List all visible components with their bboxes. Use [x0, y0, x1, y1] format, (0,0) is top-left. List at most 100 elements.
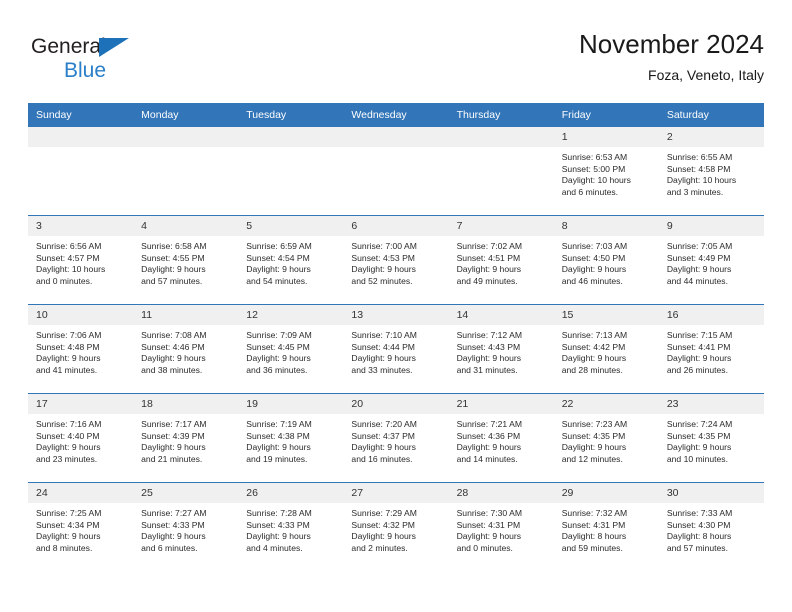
- day-detail-line: Sunrise: 7:21 AM: [456, 419, 523, 429]
- calendar-day-cell[interactable]: 29 Sunrise: 7:32 AM Sunset: 4:31 PM Dayligh…: [553, 482, 659, 571]
- day-details: Sunrise: 7:17 AM Sunset: 4:39 PM Daylight:…: [133, 414, 238, 465]
- calendar-day-cell[interactable]: 10 Sunrise: 7:06 AM Sunset: 4:48 PM Dayligh…: [28, 304, 134, 394]
- calendar-day-cell[interactable]: 27 Sunrise: 7:29 AM Sunset: 4:32 PM Dayligh…: [343, 482, 449, 571]
- day-detail-line: and 33 minutes.: [351, 364, 413, 375]
- day-detail-line: Daylight: 9 hours: [666, 264, 732, 275]
- day-detail-line: and 0 minutes.: [456, 542, 513, 553]
- day-detail-line: and 54 minutes.: [246, 275, 308, 286]
- calendar-day-cell[interactable]: 5 Sunrise: 6:59 AM Sunset: 4:54 PM Daylight…: [238, 215, 344, 305]
- calendar-day-cell[interactable]: 25 Sunrise: 7:27 AM Sunset: 4:33 PM Dayligh…: [133, 482, 239, 571]
- calendar-day-cell[interactable]: 7 Sunrise: 7:02 AM Sunset: 4:51 PM Daylight…: [448, 215, 554, 305]
- calendar-day-cell[interactable]: 30 Sunrise: 7:33 AM Sunset: 4:30 PM Dayligh…: [658, 482, 764, 571]
- location-subtitle: Foza, Veneto, Italy: [648, 67, 764, 83]
- calendar-day-cell[interactable]: 4 Sunrise: 6:58 AM Sunset: 4:55 PM Daylight…: [133, 215, 239, 305]
- calendar-table: Sunday Monday Tuesday Wednesday Thursday Frid…: [28, 103, 764, 571]
- day-detail-line: Sunrise: 7:25 AM: [36, 508, 102, 518]
- calendar-body: 1 Sunrise: 6:53 AM Sunset: 5:00 PM Daylight…: [28, 127, 764, 571]
- day-detail-line: Daylight: 9 hours: [561, 442, 627, 453]
- weekday-header-saturday: Saturday: [658, 103, 764, 127]
- brand-text-general: General: [31, 35, 106, 58]
- day-number: 22: [553, 394, 659, 414]
- day-detail-line: Sunset: 4:33 PM: [246, 519, 310, 530]
- calendar-day-cell[interactable]: 1 Sunrise: 6:53 AM Sunset: 5:00 PM Daylight…: [553, 127, 659, 216]
- calendar-week-row: 17 Sunrise: 7:16 AM Sunset: 4:40 PM Dayligh…: [28, 393, 764, 483]
- calendar-day-cell[interactable]: 2 Sunrise: 6:55 AM Sunset: 4:58 PM Daylight…: [658, 127, 764, 216]
- day-detail-line: and 52 minutes.: [351, 275, 413, 286]
- calendar-day-cell[interactable]: 15 Sunrise: 7:13 AM Sunset: 4:42 PM Dayligh…: [553, 304, 659, 394]
- calendar-day-cell[interactable]: 16 Sunrise: 7:15 AM Sunset: 4:41 PM Dayligh…: [658, 304, 764, 394]
- weekday-header-sunday: Sunday: [28, 103, 134, 127]
- calendar-day-cell[interactable]: 21 Sunrise: 7:21 AM Sunset: 4:36 PM Dayligh…: [448, 393, 554, 483]
- day-number: 16: [658, 305, 764, 325]
- day-detail-line: Daylight: 9 hours: [246, 264, 311, 275]
- calendar-week-row: 1 Sunrise: 6:53 AM Sunset: 5:00 PM Daylight…: [28, 127, 764, 216]
- day-number: [238, 127, 344, 147]
- day-details: [238, 147, 343, 152]
- day-number: 15: [553, 305, 659, 325]
- day-detail-line: Daylight: 10 hours: [666, 175, 737, 186]
- day-details: Sunrise: 7:24 AM Sunset: 4:35 PM Daylight:…: [659, 414, 764, 465]
- day-number: 26: [238, 483, 344, 503]
- day-detail-line: Sunset: 4:31 PM: [561, 519, 626, 530]
- calendar-day-cell[interactable]: 13 Sunrise: 7:10 AM Sunset: 4:44 PM Dayligh…: [343, 304, 449, 394]
- day-detail-line: Sunrise: 7:27 AM: [141, 508, 207, 518]
- day-detail-line: Sunrise: 7:12 AM: [456, 330, 523, 340]
- day-detail-line: Sunset: 4:33 PM: [141, 519, 205, 530]
- brand-logo[interactable]: General Blue: [31, 36, 231, 92]
- day-detail-line: and 59 minutes.: [561, 542, 623, 553]
- day-detail-line: Sunset: 4:57 PM: [36, 252, 100, 263]
- day-details: Sunrise: 6:56 AM Sunset: 4:57 PM Daylight:…: [28, 236, 133, 287]
- day-detail-line: Sunrise: 6:58 AM: [141, 241, 207, 251]
- calendar-day-cell-empty: [343, 127, 449, 216]
- day-detail-line: Sunset: 4:35 PM: [666, 430, 731, 441]
- day-detail-line: Sunrise: 7:00 AM: [351, 241, 417, 251]
- calendar-day-cell[interactable]: 28 Sunrise: 7:30 AM Sunset: 4:31 PM Dayligh…: [448, 482, 554, 571]
- calendar-day-cell[interactable]: 11 Sunrise: 7:08 AM Sunset: 4:46 PM Dayligh…: [133, 304, 239, 394]
- day-details: Sunrise: 7:09 AM Sunset: 4:45 PM Daylight:…: [238, 325, 343, 376]
- calendar-day-cell[interactable]: 22 Sunrise: 7:23 AM Sunset: 4:35 PM Dayligh…: [553, 393, 659, 483]
- calendar-day-cell[interactable]: 14 Sunrise: 7:12 AM Sunset: 4:43 PM Dayligh…: [448, 304, 554, 394]
- day-detail-line: Daylight: 9 hours: [351, 442, 416, 453]
- day-detail-line: Daylight: 9 hours: [666, 442, 732, 453]
- day-detail-line: Sunset: 4:34 PM: [36, 519, 100, 530]
- day-detail-line: Sunset: 4:48 PM: [36, 341, 100, 352]
- calendar-day-cell[interactable]: 8 Sunrise: 7:03 AM Sunset: 4:50 PM Daylight…: [553, 215, 659, 305]
- day-number: 10: [28, 305, 134, 325]
- day-number: 30: [658, 483, 764, 503]
- day-detail-line: and 3 minutes.: [666, 186, 724, 197]
- calendar-day-cell[interactable]: 12 Sunrise: 7:09 AM Sunset: 4:45 PM Dayligh…: [238, 304, 344, 394]
- calendar-day-cell[interactable]: 19 Sunrise: 7:19 AM Sunset: 4:38 PM Dayligh…: [238, 393, 344, 483]
- calendar-day-cell[interactable]: 3 Sunrise: 6:56 AM Sunset: 4:57 PM Daylight…: [28, 215, 134, 305]
- day-detail-line: Daylight: 9 hours: [666, 353, 732, 364]
- calendar-day-cell[interactable]: 9 Sunrise: 7:05 AM Sunset: 4:49 PM Daylight…: [658, 215, 764, 305]
- day-detail-line: and 21 minutes.: [141, 453, 203, 464]
- day-detail-line: Sunset: 4:45 PM: [246, 341, 310, 352]
- day-detail-line: Sunrise: 7:15 AM: [666, 330, 733, 340]
- calendar-day-cell[interactable]: 26 Sunrise: 7:28 AM Sunset: 4:33 PM Dayligh…: [238, 482, 344, 571]
- calendar-day-cell[interactable]: 6 Sunrise: 7:00 AM Sunset: 4:53 PM Daylight…: [343, 215, 449, 305]
- day-number: 18: [133, 394, 239, 414]
- day-number: 6: [343, 216, 449, 236]
- calendar-day-cell[interactable]: 23 Sunrise: 7:24 AM Sunset: 4:35 PM Dayligh…: [658, 393, 764, 483]
- day-detail-line: Sunset: 4:49 PM: [666, 252, 731, 263]
- day-detail-line: Sunrise: 7:10 AM: [351, 330, 417, 340]
- calendar-day-cell[interactable]: 24 Sunrise: 7:25 AM Sunset: 4:34 PM Dayligh…: [28, 482, 134, 571]
- day-detail-line: and 14 minutes.: [456, 453, 518, 464]
- day-number: 19: [238, 394, 344, 414]
- day-detail-line: Daylight: 8 hours: [666, 531, 732, 542]
- day-number: 2: [658, 127, 764, 147]
- day-detail-line: Daylight: 9 hours: [246, 442, 311, 453]
- day-detail-line: Sunset: 4:32 PM: [351, 519, 415, 530]
- calendar-day-cell[interactable]: 20 Sunrise: 7:20 AM Sunset: 4:37 PM Dayligh…: [343, 393, 449, 483]
- day-detail-line: Daylight: 9 hours: [456, 531, 522, 542]
- day-detail-line: Daylight: 9 hours: [36, 442, 101, 453]
- day-details: Sunrise: 6:53 AM Sunset: 5:00 PM Daylight:…: [554, 147, 659, 198]
- day-details: Sunrise: 7:13 AM Sunset: 4:42 PM Daylight:…: [554, 325, 659, 376]
- day-detail-line: and 57 minutes.: [666, 542, 728, 553]
- day-details: Sunrise: 6:55 AM Sunset: 4:58 PM Daylight:…: [659, 147, 764, 198]
- day-details: Sunrise: 7:27 AM Sunset: 4:33 PM Daylight:…: [133, 503, 238, 554]
- day-detail-line: Sunset: 4:58 PM: [666, 163, 731, 174]
- page-title: November 2024: [579, 29, 764, 59]
- calendar-day-cell[interactable]: 17 Sunrise: 7:16 AM Sunset: 4:40 PM Dayligh…: [28, 393, 134, 483]
- calendar-day-cell[interactable]: 18 Sunrise: 7:17 AM Sunset: 4:39 PM Dayligh…: [133, 393, 239, 483]
